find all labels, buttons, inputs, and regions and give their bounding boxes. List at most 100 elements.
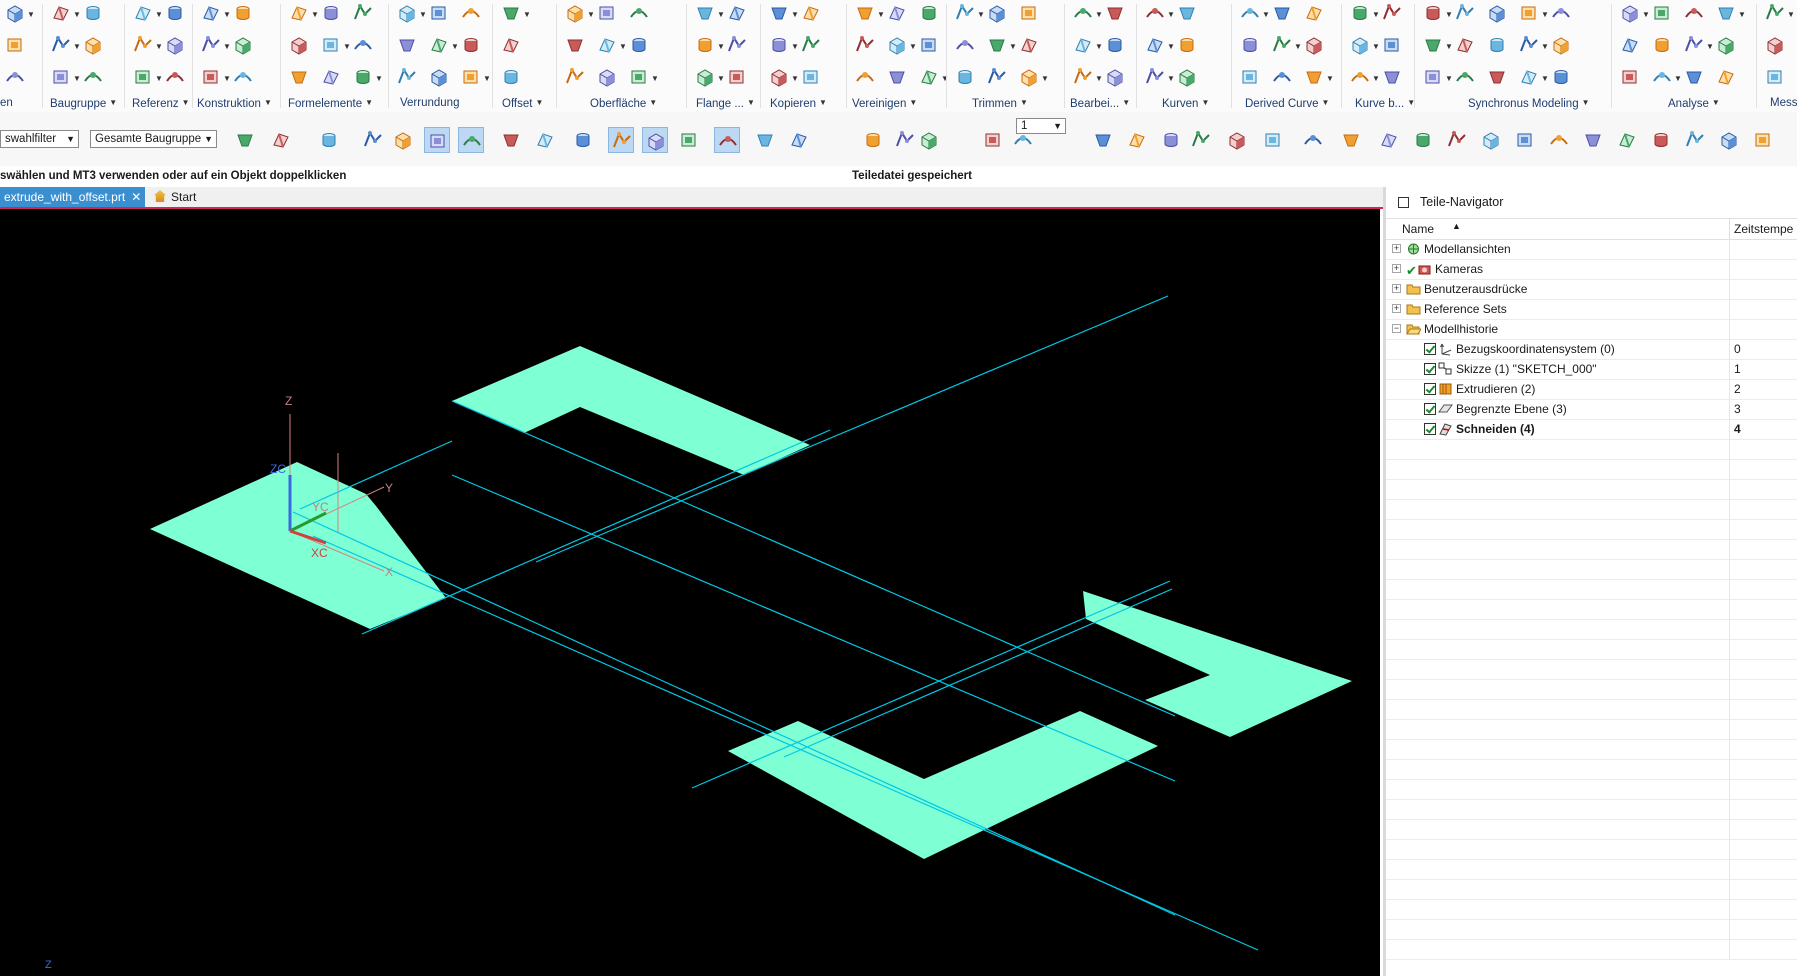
solid-icon[interactable] (1018, 66, 1040, 88)
tree-row[interactable]: − Modellhistorie (1386, 319, 1797, 340)
solid-icon[interactable] (986, 2, 1008, 24)
visibility-checkbox[interactable] (1424, 383, 1436, 395)
solid-icon[interactable] (4, 2, 26, 24)
plane-icon[interactable] (200, 2, 222, 24)
chevron-down-icon[interactable]: ▼ (223, 42, 231, 51)
edge-line-4[interactable] (535, 295, 1169, 563)
plane-icon[interactable] (1376, 127, 1402, 153)
spline-icon[interactable] (1444, 127, 1470, 153)
chevron-down-icon[interactable]: ▼ (1167, 74, 1175, 83)
chevron-down-icon[interactable]: ▼ (1372, 42, 1380, 51)
spline-icon[interactable] (954, 2, 976, 24)
plane-icon[interactable] (1715, 66, 1737, 88)
spline-icon[interactable] (892, 127, 918, 153)
surface-icon[interactable] (886, 66, 908, 88)
ribbon-group-label[interactable]: Kurve b... ▼ (1355, 96, 1415, 110)
spline-icon[interactable] (1683, 34, 1705, 56)
surface-icon[interactable] (752, 127, 778, 153)
chevron-down-icon[interactable]: ▼ (375, 74, 383, 83)
solid-icon[interactable] (1303, 34, 1325, 56)
solid-icon[interactable] (768, 66, 790, 88)
curve-icon[interactable] (1144, 2, 1166, 24)
surface-icon[interactable] (986, 34, 1008, 56)
curve-icon[interactable] (714, 127, 740, 153)
curve-icon[interactable] (1072, 2, 1094, 24)
plane-icon[interactable] (726, 2, 748, 24)
curve-icon[interactable] (232, 66, 254, 88)
plane-icon[interactable] (1018, 34, 1040, 56)
chevron-down-icon[interactable]: ▼ (311, 10, 319, 19)
curve-icon[interactable] (1300, 127, 1326, 153)
surface-icon[interactable] (694, 2, 716, 24)
chevron-down-icon[interactable]: ▼ (1541, 42, 1549, 51)
panel-icon[interactable] (50, 66, 72, 88)
chevron-down-icon[interactable]: ▼ (1009, 42, 1017, 51)
ribbon-group-label[interactable]: Messd... (1770, 96, 1797, 110)
ribbon-group-label[interactable]: Synchronus Modeling ▼ (1468, 96, 1590, 110)
panel-icon[interactable] (1422, 66, 1444, 88)
chevron-down-icon[interactable]: ▼ (155, 10, 163, 19)
panel-icon[interactable] (1764, 66, 1786, 88)
cylinder-icon[interactable] (628, 34, 650, 56)
column-timestamp[interactable]: Zeitstempe (1734, 222, 1793, 236)
spline-icon[interactable] (726, 34, 748, 56)
close-icon[interactable]: ✕ (131, 190, 141, 204)
curve-icon[interactable] (460, 2, 482, 24)
expand-icon[interactable]: + (1392, 264, 1401, 273)
chevron-down-icon[interactable]: ▼ (343, 42, 351, 51)
surface-icon[interactable] (1580, 127, 1606, 153)
spline-icon[interactable] (1271, 34, 1293, 56)
tree-row[interactable]: Schneiden (4) 4 (1386, 419, 1797, 440)
panel-icon[interactable] (4, 34, 26, 56)
chevron-down-icon[interactable]: ▼ (747, 96, 755, 110)
cylinder-icon[interactable] (500, 66, 522, 88)
face-top[interactable] (452, 346, 810, 475)
chevron-down-icon[interactable]: ▼ (535, 96, 543, 110)
panel-icon[interactable] (428, 2, 450, 24)
plane-icon[interactable] (500, 34, 522, 56)
plane-icon[interactable] (1124, 127, 1150, 153)
visibility-checkbox[interactable] (1424, 363, 1436, 375)
plane-icon[interactable] (428, 34, 450, 56)
chevron-down-icon[interactable]: ▼ (1167, 10, 1175, 19)
panel-icon[interactable] (918, 34, 940, 56)
surface-icon[interactable] (1176, 2, 1198, 24)
chevron-down-icon[interactable]: ▼ (1262, 10, 1270, 19)
chevron-down-icon[interactable]: ▼ (419, 10, 427, 19)
chevron-down-icon[interactable]: ▼ (587, 10, 595, 19)
cylinder-icon[interactable] (694, 34, 716, 56)
tree-row[interactable]: Extrudieren (2) 2 (1386, 379, 1797, 400)
tree-row[interactable]: Bezugskoordinatensystem (0) 0 (1386, 339, 1797, 360)
visibility-checkbox[interactable] (1424, 403, 1436, 415)
panel-icon[interactable] (726, 66, 748, 88)
cylinder-icon[interactable] (918, 2, 940, 24)
navigator-pin-checkbox[interactable] (1398, 197, 1409, 208)
cylinder-icon[interactable] (1158, 127, 1184, 153)
surface-icon[interactable] (1422, 34, 1444, 56)
plane-icon[interactable] (786, 127, 812, 153)
ribbon-group-label[interactable]: Oberfläche ▼ (590, 96, 657, 110)
plane-icon[interactable] (1518, 66, 1540, 88)
spline-icon[interactable] (1518, 34, 1540, 56)
cylinder-icon[interactable] (1550, 66, 1572, 88)
solid-icon[interactable] (232, 34, 254, 56)
edge-line-1[interactable] (292, 511, 1176, 916)
tree-row[interactable]: + Benutzerausdrücke (1386, 279, 1797, 300)
plane-icon[interactable] (320, 66, 342, 88)
spline-icon[interactable] (1381, 2, 1403, 24)
spline-icon[interactable] (200, 34, 222, 56)
chevron-down-icon[interactable]: ▼ (523, 10, 531, 19)
panel-icon[interactable] (1619, 66, 1641, 88)
solid-icon[interactable] (1104, 66, 1126, 88)
assembly-scope-dropdown[interactable]: Gesamte Baugruppe ▼ (90, 130, 217, 148)
panel-icon[interactable] (980, 127, 1006, 153)
plane-icon[interactable] (1072, 34, 1094, 56)
ribbon-group-label[interactable]: en (0, 96, 13, 110)
spline-icon[interactable] (50, 34, 72, 56)
spline-icon[interactable] (396, 66, 418, 88)
ribbon-group-label[interactable]: Referenz ▼ (132, 96, 190, 110)
collapse-icon[interactable]: − (1392, 324, 1401, 333)
surface-icon[interactable] (854, 2, 876, 24)
face-left[interactable] (150, 462, 446, 629)
curve-icon[interactable] (854, 66, 876, 88)
